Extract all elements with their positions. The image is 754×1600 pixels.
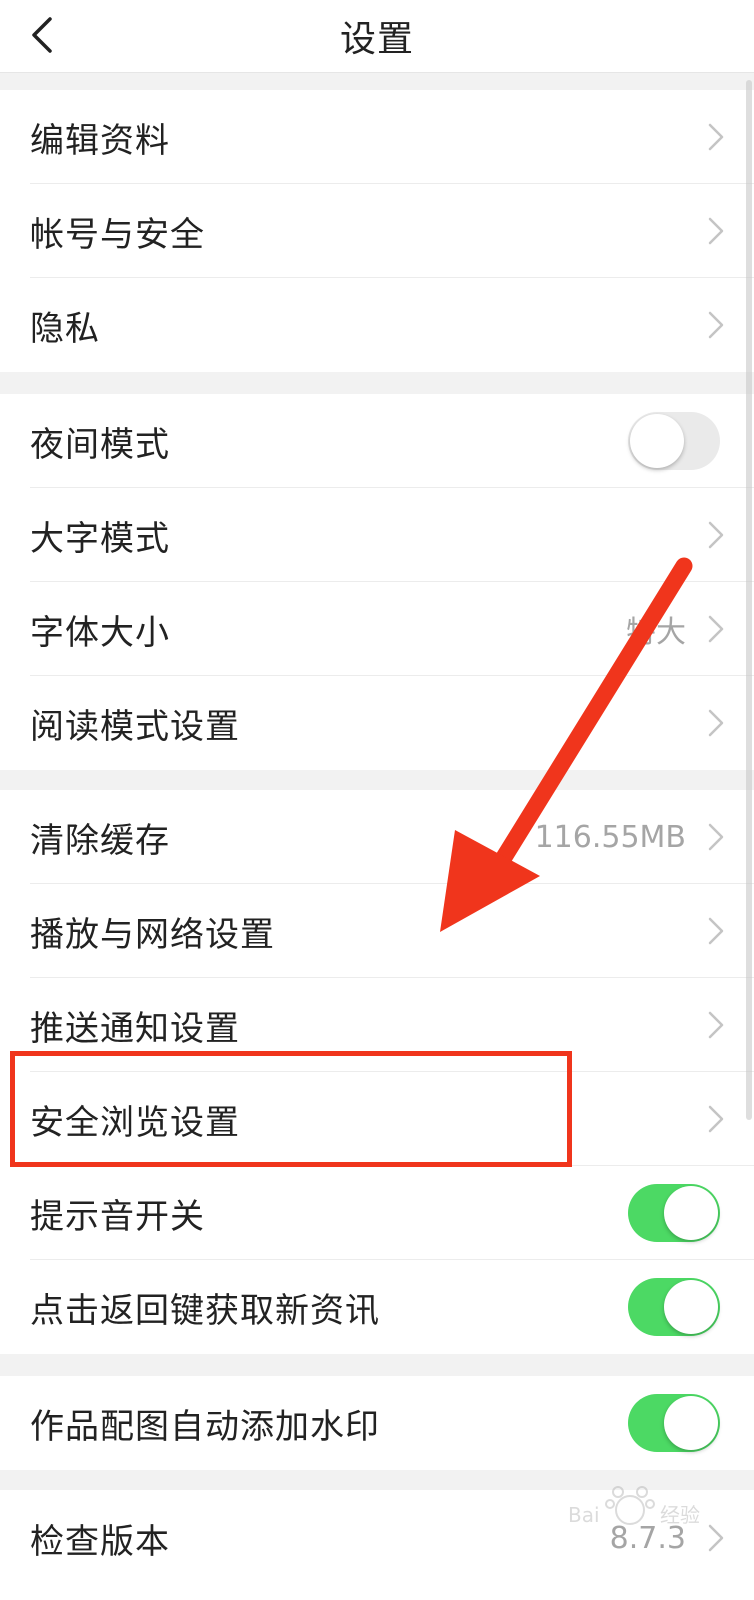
toggle-knob — [664, 1186, 718, 1240]
row-night-mode: 夜间模式 — [0, 394, 754, 488]
row-label: 帐号与安全 — [30, 214, 205, 255]
row-label: 编辑资料 — [30, 120, 170, 161]
chevron-right-icon — [708, 123, 724, 151]
chevron-left-icon — [32, 17, 52, 53]
chevron-right-icon — [708, 1524, 724, 1552]
row-label: 夜间模式 — [30, 424, 170, 465]
row-safe-browsing[interactable]: 安全浏览设置 — [0, 1072, 754, 1166]
page-title: 设置 — [339, 19, 414, 60]
row-label: 点击返回键获取新资讯 — [30, 1290, 380, 1331]
chevron-right-icon — [708, 709, 724, 737]
row-label: 大字模式 — [30, 518, 170, 559]
cache-size-value: 116.55MB — [534, 819, 686, 855]
toggle-knob — [664, 1280, 718, 1334]
row-reading-mode[interactable]: 阅读模式设置 — [0, 676, 754, 770]
settings-group-display: 夜间模式 大字模式 字体大小 特大 阅读模式设置 — [0, 394, 754, 770]
chevron-right-icon — [708, 521, 724, 549]
settings-group-account: 编辑资料 帐号与安全 隐私 — [0, 90, 754, 372]
chevron-right-icon — [708, 311, 724, 339]
row-font-size[interactable]: 字体大小 特大 — [0, 582, 754, 676]
row-push-notifications[interactable]: 推送通知设置 — [0, 978, 754, 1072]
toggle-knob — [630, 414, 684, 468]
top-bar: 设置 — [0, 0, 754, 73]
back-button[interactable] — [22, 10, 62, 60]
back-key-refresh-toggle[interactable] — [628, 1278, 720, 1336]
chevron-right-icon — [708, 823, 724, 851]
version-value: 8.7.3 — [609, 1520, 686, 1556]
row-label: 提示音开关 — [30, 1196, 205, 1237]
toggle-knob — [664, 1396, 718, 1450]
row-account-security[interactable]: 帐号与安全 — [0, 184, 754, 278]
row-label: 安全浏览设置 — [30, 1102, 240, 1143]
auto-watermark-toggle[interactable] — [628, 1394, 720, 1452]
chevron-right-icon — [708, 217, 724, 245]
scrollbar[interactable] — [746, 80, 752, 1120]
row-back-key-refresh: 点击返回键获取新资讯 — [0, 1260, 754, 1354]
row-auto-watermark: 作品配图自动添加水印 — [0, 1376, 754, 1470]
row-label: 字体大小 — [30, 612, 170, 653]
row-label: 作品配图自动添加水印 — [30, 1406, 380, 1447]
chevron-right-icon — [708, 615, 724, 643]
row-label: 检查版本 — [30, 1521, 170, 1562]
settings-group-general: 清除缓存 116.55MB 播放与网络设置 推送通知设置 安全浏览设置 提示音开… — [0, 790, 754, 1354]
row-check-version[interactable]: 检查版本 8.7.3 — [0, 1490, 754, 1586]
chevron-right-icon — [708, 1011, 724, 1039]
font-size-value: 特大 — [626, 615, 686, 650]
row-notification-sound: 提示音开关 — [0, 1166, 754, 1260]
row-label: 推送通知设置 — [30, 1008, 240, 1049]
chevron-right-icon — [708, 917, 724, 945]
row-label: 播放与网络设置 — [30, 914, 275, 955]
notification-sound-toggle[interactable] — [628, 1184, 720, 1242]
row-clear-cache[interactable]: 清除缓存 116.55MB — [0, 790, 754, 884]
settings-group-version: 检查版本 8.7.3 — [0, 1490, 754, 1600]
settings-group-watermark: 作品配图自动添加水印 — [0, 1376, 754, 1470]
row-label: 清除缓存 — [30, 820, 170, 861]
chevron-right-icon — [708, 1105, 724, 1133]
row-playback-network[interactable]: 播放与网络设置 — [0, 884, 754, 978]
row-edit-profile[interactable]: 编辑资料 — [0, 90, 754, 184]
row-label: 隐私 — [30, 308, 100, 349]
row-privacy[interactable]: 隐私 — [0, 278, 754, 372]
row-label: 阅读模式设置 — [30, 706, 240, 747]
row-large-text-mode[interactable]: 大字模式 — [0, 488, 754, 582]
night-mode-toggle[interactable] — [628, 412, 720, 470]
